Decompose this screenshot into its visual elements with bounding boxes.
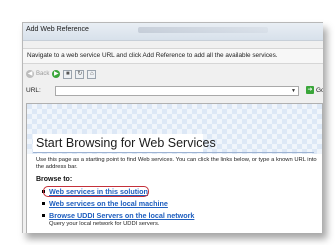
stop-icon[interactable]: ■ <box>63 69 73 79</box>
browser-toolbar: ◀ Back ▶ ■ ↻ ⌂ <box>26 68 97 80</box>
instruction-bar: Navigate to a web service URL and click … <box>23 48 323 64</box>
go-arrow-icon: ➜ <box>306 86 314 94</box>
list-item: Web services on the local machine <box>42 199 168 208</box>
back-button[interactable]: ◀ Back <box>26 70 49 78</box>
refresh-icon[interactable]: ↻ <box>75 69 85 79</box>
link-browse-uddi[interactable]: Browse UDDI Servers on the local network <box>49 211 194 220</box>
instruction-text: Navigate to a web service URL and click … <box>27 52 278 59</box>
bullet <box>42 202 45 205</box>
forward-arrow-icon[interactable]: ▶ <box>52 70 61 78</box>
highlight-outline <box>43 186 149 197</box>
url-label: URL: <box>26 87 41 94</box>
url-dropdown-icon[interactable]: ▼ <box>291 88 296 94</box>
back-button-label: Back <box>36 71 50 77</box>
uddi-description: Query your local network for UDDI server… <box>49 221 160 227</box>
intro-text: Use this page as a starting point to fin… <box>36 157 317 170</box>
home-icon[interactable]: ⌂ <box>87 69 97 79</box>
title-bar-blur <box>138 27 268 33</box>
add-web-reference-dialog: Add Web Reference Navigate to a web serv… <box>22 22 323 233</box>
title-bar: Add Web Reference <box>23 23 323 41</box>
back-arrow-icon: ◀ <box>26 70 34 78</box>
heading-box: Start Browsing for Web Services <box>33 134 216 152</box>
bullet <box>42 214 45 217</box>
browse-to-label: Browse to: <box>36 176 73 183</box>
list-item: Browse UDDI Servers on the local network… <box>42 211 194 227</box>
url-input[interactable] <box>55 86 299 96</box>
link-local-machine-services[interactable]: Web services on the local machine <box>49 199 168 208</box>
window-title: Add Web Reference <box>26 26 89 33</box>
url-row: URL: ▼ ➜ Go <box>26 86 323 97</box>
go-label: Go <box>316 86 323 94</box>
page-title: Start Browsing for Web Services <box>36 136 216 150</box>
heading-divider <box>33 152 314 153</box>
go-button[interactable]: ➜ Go <box>306 86 323 94</box>
browser-pane: Start Browsing for Web Services Use this… <box>26 103 323 233</box>
